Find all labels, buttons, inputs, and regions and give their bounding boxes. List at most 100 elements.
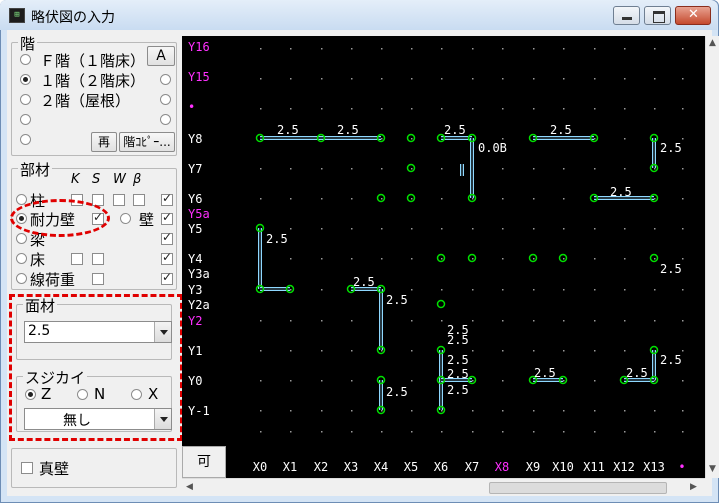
- grid-dot: [321, 410, 323, 412]
- grid-dot: [654, 228, 656, 230]
- grid-dot: [682, 431, 684, 433]
- horizontal-scrollbar[interactable]: ◀ ▶: [182, 478, 705, 496]
- floor-visible-check[interactable]: [161, 250, 173, 265]
- grid-dot: [411, 320, 413, 322]
- floor-k-check[interactable]: [71, 253, 83, 265]
- scroll-thumb[interactable]: [489, 482, 667, 494]
- grid-dot: [624, 410, 626, 412]
- grid-dot: [321, 289, 323, 291]
- grid-dot: [502, 138, 504, 140]
- member-wall-radio[interactable]: [120, 213, 131, 224]
- vertical-scrollbar[interactable]: ▲ ▼: [705, 36, 719, 478]
- grid-dot: [533, 48, 535, 50]
- grid-dot: [624, 320, 626, 322]
- grid-dot: [533, 168, 535, 170]
- grid-dot: [290, 350, 292, 352]
- x-label: X5: [404, 460, 418, 474]
- grid-dot: [624, 431, 626, 433]
- column-beta-check[interactable]: [133, 194, 145, 206]
- grid-dot: [351, 380, 353, 382]
- grid-dot: [411, 198, 413, 200]
- floor-option-right-2-radio[interactable]: [160, 94, 171, 105]
- x-label: X7: [465, 460, 479, 474]
- highlight-rectangle: [9, 294, 183, 441]
- column-w-check[interactable]: [113, 194, 125, 206]
- grid-dot: [563, 320, 565, 322]
- wall-label: 2.5: [447, 383, 469, 397]
- floor-option-4-radio[interactable]: [20, 114, 31, 125]
- grid-dot: [351, 410, 353, 412]
- grid-dot: [502, 320, 504, 322]
- grid-dot: [321, 320, 323, 322]
- grid-dot: [290, 320, 292, 322]
- y-label: Y15: [188, 70, 210, 84]
- members-group-title: 部材: [18, 159, 53, 180]
- floor-option-right-3-radio[interactable]: [160, 114, 171, 125]
- grid-dot: [321, 198, 323, 200]
- line-load-visible-check[interactable]: [161, 270, 173, 285]
- plan-drawing[interactable]: Y16 Y15 • Y8 Y7 Y6Y5aY5 Y4Y3a Y3Y2a Y2 Y1 Y0 Y-1 X0 X…: [182, 36, 705, 478]
- grid-dot: [321, 48, 323, 50]
- grid-dot: [411, 48, 413, 50]
- true-wall-check[interactable]: [21, 462, 33, 474]
- grid-dot: [502, 228, 504, 230]
- grid-dot: [654, 198, 656, 200]
- grid-dot: [441, 108, 443, 110]
- floor-s-check[interactable]: [92, 253, 104, 265]
- floor-group-title: 階: [18, 33, 38, 54]
- grid-dot: [472, 431, 474, 433]
- grid-dot: [654, 108, 656, 110]
- grid-dot: [290, 431, 292, 433]
- floor-option-2-radio[interactable]: [20, 94, 31, 105]
- bearing-wall-visible-check[interactable]: [161, 210, 173, 225]
- floor-option-1-radio[interactable]: [20, 74, 31, 85]
- a-button[interactable]: A: [147, 46, 175, 66]
- member-beam-radio[interactable]: [16, 233, 27, 244]
- column-visible-check[interactable]: [161, 191, 173, 206]
- grid-dot: [441, 168, 443, 170]
- grid-dot: [441, 289, 443, 291]
- beam-visible-check[interactable]: [161, 230, 173, 245]
- grid-dot: [290, 228, 292, 230]
- grid-dot: [351, 78, 353, 80]
- floor-option-right-1-radio[interactable]: [160, 74, 171, 85]
- grid-dot: [682, 138, 684, 140]
- grid-dot: [381, 228, 383, 230]
- grid-dot: [594, 350, 596, 352]
- grid-dot: [290, 108, 292, 110]
- line-load-s-check[interactable]: [92, 273, 104, 285]
- grid-dot: [624, 168, 626, 170]
- scroll-right-icon[interactable]: ▶: [690, 482, 697, 492]
- grid-dot: [381, 108, 383, 110]
- grid-dot: [381, 410, 383, 412]
- scroll-down-icon[interactable]: ▼: [709, 464, 716, 474]
- title-bar[interactable]: ⊞ 略伏図の入力: [0, 0, 717, 30]
- scroll-left-icon[interactable]: ◀: [186, 482, 193, 492]
- wall-label: 2.5: [550, 123, 572, 137]
- grid-dot: [441, 320, 443, 322]
- grid-dot: [502, 431, 504, 433]
- redo-button[interactable]: 再: [91, 132, 117, 152]
- x-label: X12: [613, 460, 635, 474]
- grid-dot: [533, 258, 535, 260]
- grid-dot: [533, 78, 535, 80]
- floor-option-f-radio[interactable]: [20, 54, 31, 65]
- grid-dot: [594, 289, 596, 291]
- floor-option-f-label: Ｆ階（１階床）: [40, 52, 146, 70]
- wall-label: 2.5: [447, 323, 469, 337]
- minimize-button[interactable]: [613, 6, 640, 25]
- member-line-load-radio[interactable]: [16, 273, 27, 284]
- scroll-up-icon[interactable]: ▲: [709, 38, 716, 48]
- grid-dot: [441, 258, 443, 260]
- wall-label: 2.5: [386, 385, 408, 399]
- close-button[interactable]: [675, 6, 711, 25]
- member-floor-radio[interactable]: [16, 253, 27, 264]
- maximize-button[interactable]: [644, 6, 671, 25]
- floor-option-5-radio[interactable]: [20, 134, 31, 145]
- floor-copy-button[interactable]: 階ｺﾋﾟｰ...: [119, 132, 175, 152]
- y-label: Y2a: [188, 298, 210, 312]
- grid-dot: [321, 228, 323, 230]
- grid-dot: [472, 350, 474, 352]
- grid-dot: [563, 168, 565, 170]
- true-wall-label: 真壁: [39, 460, 70, 478]
